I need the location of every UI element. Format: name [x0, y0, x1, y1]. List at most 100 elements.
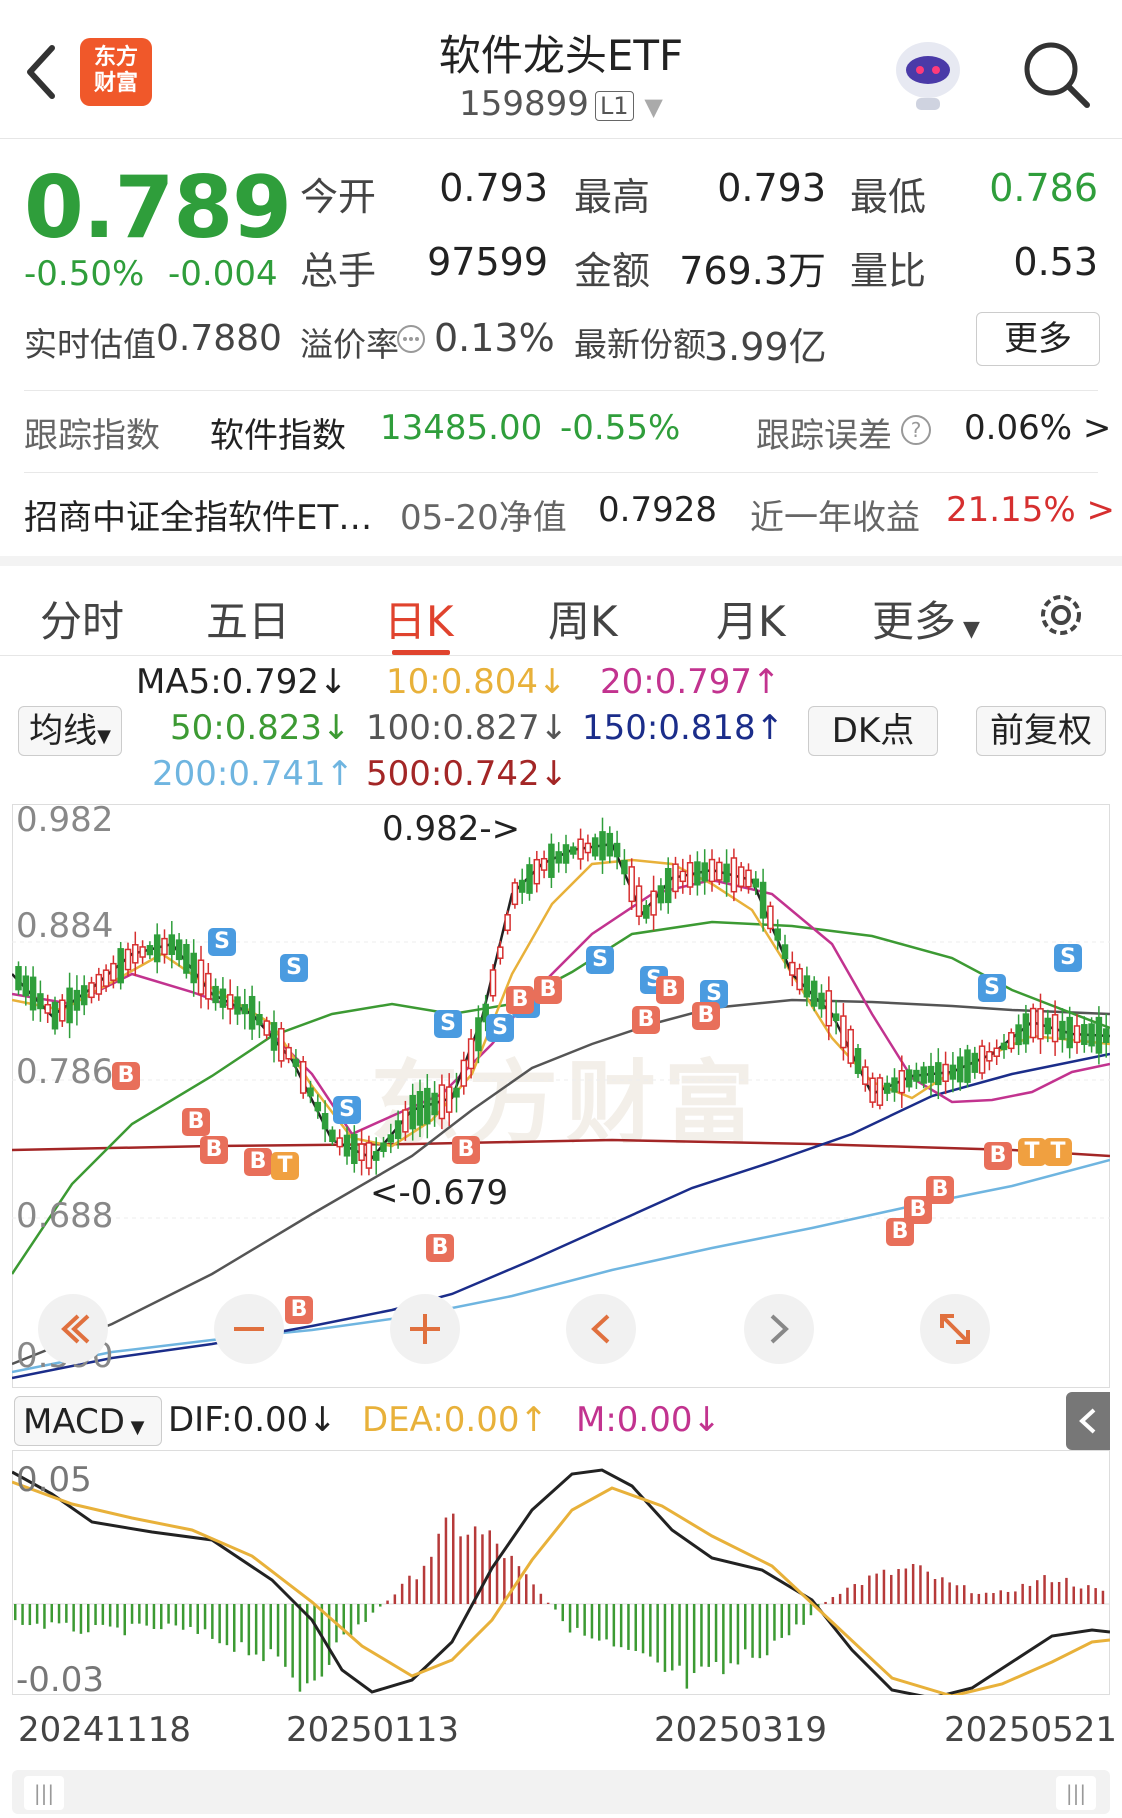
- macd-bar: [809, 1604, 813, 1616]
- search-icon[interactable]: [1020, 38, 1092, 110]
- candle: [949, 1064, 957, 1080]
- buy-signal-marker[interactable]: B: [112, 1062, 140, 1090]
- return-label: 近一年收益: [750, 498, 920, 538]
- macd-bar: [933, 1579, 937, 1604]
- scroll-handle-left[interactable]: |||: [24, 1776, 64, 1810]
- candle: [1102, 1028, 1110, 1044]
- last-price: 0.789: [24, 158, 292, 258]
- tab-monthly-k[interactable]: 月K: [716, 588, 786, 649]
- buy-signal-marker[interactable]: B: [244, 1148, 272, 1176]
- zoom-out-button[interactable]: [214, 1294, 284, 1364]
- sell-signal-marker[interactable]: S: [978, 974, 1006, 1002]
- candle: [774, 928, 781, 941]
- candle: [372, 1151, 380, 1161]
- macd-bar: [276, 1604, 280, 1657]
- tab-more[interactable]: 更多 ▼: [872, 588, 980, 649]
- sell-signal-marker[interactable]: S: [586, 946, 614, 974]
- tracking-index-name[interactable]: 软件指数: [210, 408, 346, 457]
- more-button[interactable]: 更多: [976, 312, 1100, 366]
- buy-signal-marker[interactable]: B: [632, 1006, 660, 1034]
- buy-signal-marker[interactable]: B: [452, 1136, 480, 1164]
- volume-label: 总手: [300, 249, 377, 293]
- candle: [132, 944, 139, 964]
- dk-point-button[interactable]: DK点: [808, 706, 938, 756]
- app-header: 东方 财富 软件龙头ETF 159899 L1 ▼: [0, 0, 1122, 139]
- candle: [570, 846, 577, 855]
- candle: [146, 945, 154, 956]
- candle: [540, 857, 548, 871]
- macd-bar: [904, 1568, 908, 1604]
- step-left-button[interactable]: [566, 1294, 636, 1364]
- buy-signal-marker[interactable]: B: [285, 1296, 313, 1324]
- adjust-button[interactable]: 前复权: [976, 706, 1106, 756]
- t-signal-marker[interactable]: T: [271, 1152, 299, 1180]
- candle: [621, 859, 628, 875]
- buy-signal-marker[interactable]: B: [534, 976, 562, 1004]
- scroll-handle-right[interactable]: |||: [1056, 1776, 1096, 1810]
- candle: [234, 996, 241, 1015]
- macd-bar: [634, 1604, 637, 1651]
- macd-dea: DEA:0.00↑: [362, 1400, 548, 1440]
- indicator-selector[interactable]: MACD ▼: [14, 1396, 162, 1446]
- candle: [80, 985, 88, 1006]
- tracking-error-value[interactable]: 0.06% >: [964, 408, 1111, 448]
- candle: [1022, 1013, 1030, 1045]
- collapse-panel-button[interactable]: [1066, 1392, 1110, 1450]
- macd-bar: [795, 1604, 798, 1625]
- fullscreen-button[interactable]: [920, 1294, 990, 1364]
- candle: [964, 1049, 971, 1083]
- sell-signal-marker[interactable]: S: [486, 1014, 514, 1042]
- sell-signal-marker[interactable]: S: [280, 954, 308, 982]
- zoom-in-button[interactable]: [390, 1294, 460, 1364]
- tab-daily-k[interactable]: 日K: [384, 588, 454, 649]
- ma-selector[interactable]: 均线▼: [18, 706, 122, 756]
- buy-signal-marker[interactable]: B: [984, 1142, 1012, 1170]
- macd-bar: [1101, 1590, 1105, 1604]
- candle: [730, 857, 738, 893]
- macd-bar: [189, 1604, 192, 1627]
- macd-bar: [43, 1604, 46, 1629]
- step-right-button[interactable]: [744, 1294, 814, 1364]
- tab-intraday[interactable]: 分时: [40, 588, 124, 649]
- candle: [110, 962, 117, 981]
- candle: [139, 946, 146, 958]
- t-signal-marker[interactable]: T: [1018, 1138, 1046, 1166]
- buy-signal-marker[interactable]: B: [656, 976, 684, 1004]
- shares-value: 3.99亿: [704, 325, 827, 369]
- tab-weekly-k[interactable]: 周K: [548, 588, 618, 649]
- macd-bar: [532, 1584, 535, 1604]
- buy-signal-marker[interactable]: B: [692, 1002, 720, 1030]
- macd-bar: [1043, 1575, 1046, 1604]
- macd-bar: [561, 1604, 564, 1622]
- candle: [387, 1134, 395, 1143]
- macd-bar: [327, 1604, 331, 1665]
- gear-icon[interactable]: [1034, 588, 1088, 642]
- candle: [840, 1015, 847, 1049]
- macd-bar: [181, 1604, 185, 1630]
- info-dots-icon[interactable]: [396, 324, 426, 354]
- buy-signal-marker[interactable]: B: [182, 1108, 210, 1136]
- sell-signal-marker[interactable]: S: [333, 1096, 361, 1124]
- scroll-left-fast-button[interactable]: [38, 1294, 108, 1364]
- dropdown-triangle-icon[interactable]: ▼: [644, 93, 662, 121]
- t-signal-marker[interactable]: T: [1044, 1138, 1072, 1166]
- sell-signal-marker[interactable]: S: [434, 1010, 462, 1038]
- robot-assistant-icon[interactable]: [888, 36, 968, 112]
- candle: [453, 1087, 460, 1098]
- return-value[interactable]: 21.15% >: [946, 490, 1115, 530]
- buy-signal-marker[interactable]: B: [506, 986, 534, 1014]
- sell-signal-marker[interactable]: S: [1054, 944, 1082, 972]
- buy-signal-marker[interactable]: B: [200, 1136, 228, 1164]
- help-icon[interactable]: ?: [900, 414, 932, 446]
- tab-five-day[interactable]: 五日: [206, 588, 290, 649]
- y-axis-2: 0.884: [16, 906, 114, 946]
- candle: [876, 1077, 884, 1106]
- macd-histogram: [14, 1513, 1105, 1692]
- range-scrollbar[interactable]: [12, 1770, 1110, 1814]
- candle: [343, 1134, 351, 1157]
- buy-signal-marker[interactable]: B: [426, 1234, 454, 1262]
- buy-signal-marker[interactable]: B: [926, 1176, 954, 1204]
- sell-signal-marker[interactable]: S: [208, 928, 236, 956]
- fund-full-name[interactable]: 招商中证全指软件ET…: [24, 490, 372, 539]
- macd-canvas[interactable]: [12, 1450, 1110, 1695]
